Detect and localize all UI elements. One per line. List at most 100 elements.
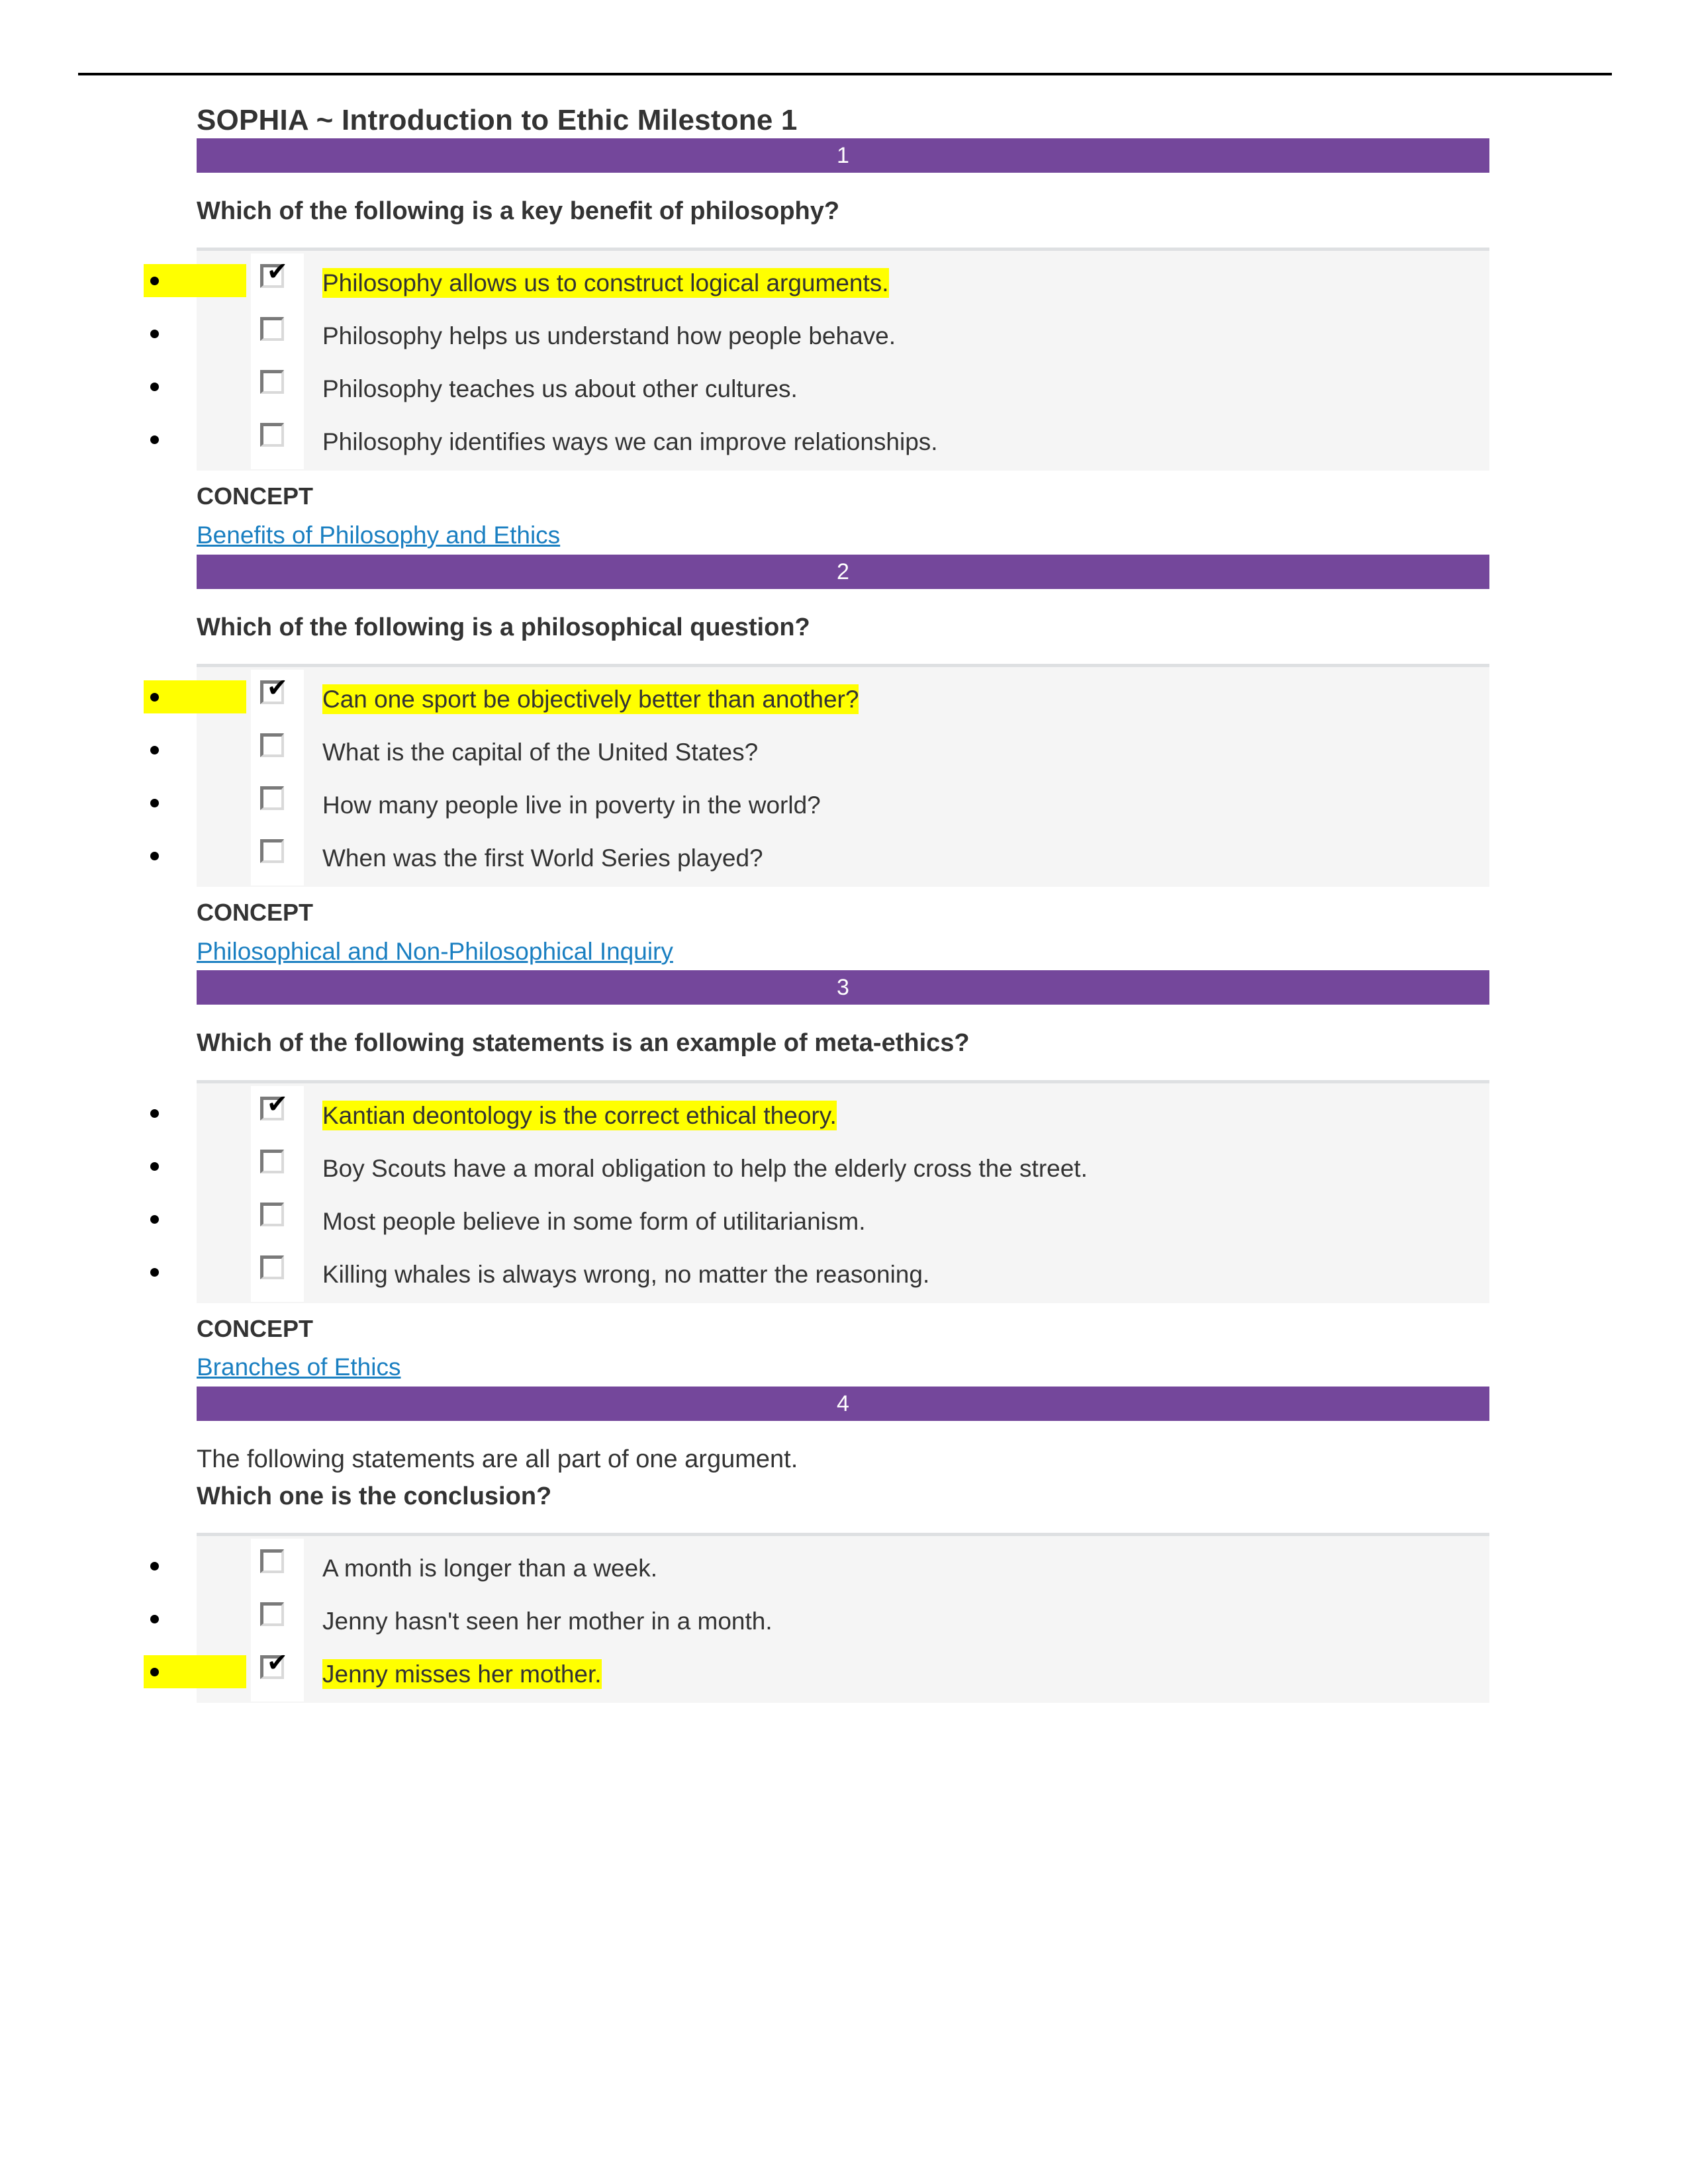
answer-option-text: Philosophy teaches us about other cultur…	[322, 375, 798, 403]
concept-link-row: Benefits of Philosophy and Ethics	[197, 514, 1489, 555]
answer-option-text: Killing whales is always wrong, no matte…	[322, 1260, 930, 1288]
answer-option[interactable]: What is the capital of the United States…	[150, 723, 1489, 780]
checkbox-unchecked-icon[interactable]	[260, 1149, 284, 1173]
answer-option-label: How many people live in poverty in the w…	[322, 783, 821, 819]
answer-option-label: Jenny hasn't seen her mother in a month.	[322, 1599, 773, 1635]
answer-option[interactable]: A month is longer than a week.	[150, 1538, 1489, 1596]
checkbox-unchecked-icon[interactable]	[260, 370, 284, 394]
answer-option-label: Most people believe in some form of util…	[322, 1199, 866, 1236]
answer-option[interactable]: Boy Scouts have a moral obligation to he…	[150, 1138, 1489, 1196]
checkbox-checked-icon[interactable]: ✔	[260, 259, 288, 289]
list-bullet-icon	[150, 852, 159, 861]
answer-option[interactable]: Most people believe in some form of util…	[150, 1191, 1489, 1249]
question-number-band: 4	[197, 1387, 1489, 1422]
list-bullet-icon	[150, 1561, 159, 1570]
answer-option[interactable]: ✔ Jenny misses her mother.	[144, 1644, 1489, 1702]
gutter-highlight	[144, 680, 246, 714]
answer-option-text: Philosophy helps us understand how peopl…	[322, 322, 896, 350]
checkbox-unchecked-icon[interactable]	[260, 839, 284, 864]
checkbox-backdrop	[251, 306, 304, 364]
concept-link-row: Branches of Ethics	[197, 1345, 1489, 1387]
checkbox-backdrop	[251, 723, 304, 780]
answer-option[interactable]: Philosophy teaches us about other cultur…	[150, 359, 1489, 417]
checkbox-backdrop: ✔	[251, 670, 304, 727]
checkbox-backdrop	[251, 1191, 304, 1249]
list-bullet-icon	[150, 1614, 159, 1623]
concept-link[interactable]: Branches of Ethics	[197, 1345, 400, 1387]
checkbox-backdrop	[251, 1538, 304, 1596]
answer-options: A month is longer than a week. Jenny hasn…	[144, 1532, 1489, 1703]
list-bullet-icon	[150, 1161, 159, 1171]
question-stem: Which of the following is a philosophica…	[197, 613, 810, 641]
list-bullet-icon	[150, 1667, 159, 1676]
list-bullet-icon	[150, 383, 159, 392]
list-bullet-icon	[150, 330, 159, 339]
checkbox-unchecked-icon[interactable]	[260, 317, 284, 341]
checkbox-unchecked-icon[interactable]	[260, 1202, 284, 1226]
answer-option[interactable]: Jenny hasn't seen her mother in a month.	[150, 1591, 1489, 1649]
answer-option-label: Philosophy identifies ways we can improv…	[322, 420, 938, 456]
checkbox-checked-icon[interactable]: ✔	[260, 675, 288, 705]
concept-link[interactable]: Philosophical and Non-Philosophical Inqu…	[197, 930, 673, 971]
answer-option-text: Philosophy allows us to construct logica…	[322, 268, 889, 298]
answer-option-label: Philosophy allows us to construct logica…	[322, 261, 889, 298]
page-title: SOPHIA ~ Introduction to Ethic Milestone…	[197, 104, 798, 136]
concept-link-row: Philosophical and Non-Philosophical Inqu…	[197, 930, 1489, 971]
checkbox-unchecked-icon[interactable]	[260, 1549, 284, 1573]
list-bullet-icon	[150, 746, 159, 755]
question-intro: The following statements are all part of…	[197, 1445, 798, 1474]
document-body: SOPHIA ~ Introduction to Ethic Milestone…	[144, 98, 1489, 1703]
checkbox-backdrop	[251, 1138, 304, 1196]
checkmark-icon: ✔	[267, 1089, 288, 1118]
document-page: SOPHIA ~ Introduction to Ethic Milestone…	[0, 0, 1688, 2184]
question-number-band: 1	[197, 138, 1489, 173]
answer-option[interactable]: Philosophy helps us understand how peopl…	[150, 306, 1489, 364]
checkbox-unchecked-icon[interactable]	[260, 786, 284, 811]
checkbox-unchecked-icon[interactable]	[260, 1255, 284, 1279]
answer-option[interactable]: Philosophy identifies ways we can improv…	[150, 412, 1489, 470]
answer-options: ✔ Kantian deontology is the correct ethic…	[150, 1079, 1489, 1303]
list-bullet-icon	[150, 1267, 159, 1277]
answer-option[interactable]: How many people live in poverty in the w…	[150, 776, 1489, 833]
checkbox-unchecked-icon[interactable]	[260, 1602, 284, 1626]
concept-label: CONCEPT	[197, 1314, 314, 1342]
checkbox-unchecked-icon[interactable]	[260, 423, 284, 447]
answer-option-label: Kantian deontology is the correct ethica…	[322, 1093, 837, 1130]
list-bullet-icon	[150, 1109, 159, 1118]
answer-option-text: What is the capital of the United States…	[322, 739, 759, 766]
answer-option[interactable]: ✔ Philosophy allows us to construct logic…	[144, 253, 1489, 311]
checkbox-backdrop	[251, 776, 304, 833]
checkbox-backdrop: ✔	[251, 1085, 304, 1143]
answer-option-label: Philosophy helps us understand how peopl…	[322, 314, 896, 350]
answer-option-label: When was the first World Series played?	[322, 836, 763, 872]
answer-option[interactable]: ✔ Kantian deontology is the correct ethic…	[150, 1085, 1489, 1143]
checkbox-unchecked-icon[interactable]	[260, 733, 284, 758]
answer-option-text: A month is longer than a week.	[322, 1554, 657, 1582]
answer-option-label: Boy Scouts have a moral obligation to he…	[322, 1146, 1088, 1183]
answer-option[interactable]: ✔ Can one sport be objectively better tha…	[144, 670, 1489, 727]
question-number-band: 3	[197, 970, 1489, 1005]
question-stem: Which of the following is a key benefit …	[197, 197, 840, 225]
answer-option-text: Jenny hasn't seen her mother in a month.	[322, 1607, 773, 1635]
question-number-band: 2	[197, 554, 1489, 589]
answer-option-text: Boy Scouts have a moral obligation to he…	[322, 1154, 1088, 1182]
answer-option-label: A month is longer than a week.	[322, 1546, 657, 1582]
gutter-highlight	[144, 264, 246, 298]
answer-option[interactable]: When was the first World Series played?	[150, 829, 1489, 886]
question-stem: Which one is the conclusion?	[197, 1482, 552, 1510]
answer-options: ✔ Can one sport be objectively better tha…	[144, 664, 1489, 887]
question-stem: Which of the following statements is an …	[197, 1029, 970, 1058]
list-bullet-icon	[150, 435, 159, 445]
checkbox-backdrop: ✔	[251, 1644, 304, 1702]
checkbox-backdrop: ✔	[251, 253, 304, 311]
concept-link[interactable]: Benefits of Philosophy and Ethics	[197, 514, 560, 555]
checkbox-checked-icon[interactable]: ✔	[260, 1089, 288, 1120]
answer-option-label: Can one sport be objectively better than…	[322, 677, 859, 715]
list-bullet-icon	[150, 1214, 159, 1224]
gutter-highlight	[144, 1655, 246, 1688]
answer-option-label: Philosophy teaches us about other cultur…	[322, 367, 798, 403]
checkbox-backdrop	[251, 829, 304, 886]
checkbox-checked-icon[interactable]: ✔	[260, 1650, 288, 1679]
answer-option[interactable]: Killing whales is always wrong, no matte…	[150, 1244, 1489, 1302]
answer-option-text: Philosophy identifies ways we can improv…	[322, 428, 938, 456]
